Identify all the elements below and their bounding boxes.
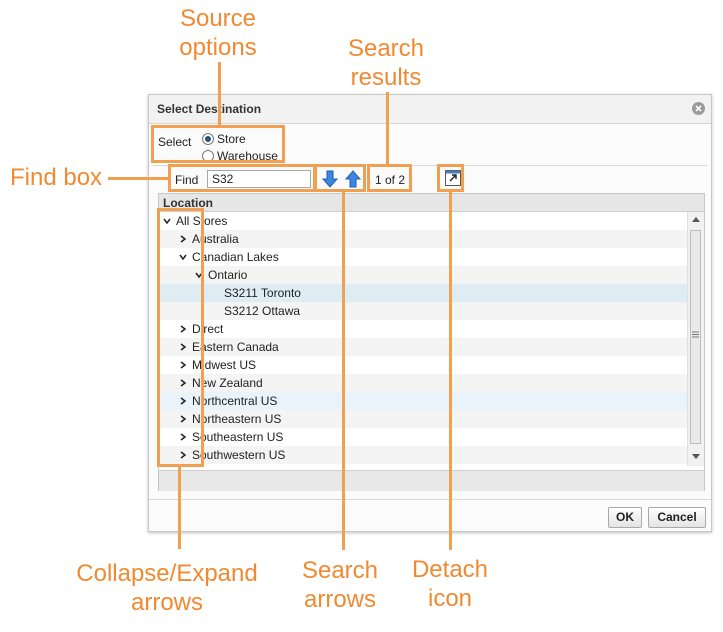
callout-line: Collapse/Expand — [76, 560, 258, 587]
source-options-highlight — [151, 125, 285, 163]
ok-button[interactable]: OK — [608, 507, 642, 528]
tree-row-northcentral-us[interactable]: Northcentral US — [159, 392, 687, 410]
tree-row-label: S3212 Ottawa — [224, 304, 301, 318]
callout-connector — [449, 192, 452, 550]
footer-divider — [149, 499, 711, 500]
scroll-thumb[interactable] — [690, 230, 701, 444]
callout-line: options — [179, 34, 257, 61]
tree-row-southwestern-us[interactable]: Southwestern US — [159, 446, 687, 464]
callout-connector — [108, 177, 168, 180]
tree-row-s3211-toronto[interactable]: S3211 Toronto — [159, 284, 687, 302]
tree-row-new-zealand[interactable]: New Zealand — [159, 374, 687, 392]
tree-row-australia[interactable]: Australia — [159, 230, 687, 248]
search-results-highlight — [367, 164, 412, 192]
callout-line: icon — [427, 585, 473, 612]
find-box-highlight — [168, 164, 316, 192]
dialog-title: Select Destination — [157, 102, 262, 116]
callout-search-arrows: Search arrows — [292, 556, 388, 614]
grip-icon — [692, 331, 699, 338]
scroll-down-icon[interactable] — [692, 454, 700, 460]
tree-row-eastern-canada[interactable]: Eastern Canada — [159, 338, 687, 356]
callout-search-results: Search results — [341, 34, 431, 92]
tree-row-canadian-lakes[interactable]: Canadian Lakes — [159, 248, 687, 266]
scroll-up-icon[interactable] — [692, 216, 700, 222]
callout-connector — [218, 62, 221, 126]
detach-icon-highlight — [437, 164, 464, 192]
tree-row-label: Northcentral US — [192, 394, 278, 408]
callout-line: arrows — [303, 586, 376, 613]
callout-find-box: Find box — [10, 164, 103, 191]
callout-detach-icon: Detach icon — [402, 555, 498, 613]
callout-line: Source — [179, 5, 257, 32]
tree-footer — [159, 470, 704, 491]
tree-row-label: Southwestern US — [192, 448, 286, 462]
cancel-button[interactable]: Cancel — [648, 507, 706, 528]
search-arrows-highlight — [314, 164, 366, 192]
tree-row-label: Canadian Lakes — [192, 250, 279, 264]
callout-collapse-expand: Collapse/Expand arrows — [74, 559, 260, 617]
callout-connector — [386, 92, 389, 165]
callout-source-options: Source options — [172, 4, 264, 62]
collapse-expand-highlight — [157, 208, 204, 467]
tree-row-midwest-us[interactable]: Midwest US — [159, 356, 687, 374]
callout-line: Search — [301, 557, 379, 584]
callout-line: arrows — [130, 589, 203, 616]
callout-line: Search — [347, 35, 425, 62]
tree-row-ontario[interactable]: Ontario — [159, 266, 687, 284]
tree-row-label: Eastern Canada — [192, 340, 279, 354]
tree-row-northeastern-us[interactable]: Northeastern US — [159, 410, 687, 428]
tree-row-label: Southeastern US — [192, 430, 284, 444]
tree-row-label: Ontario — [208, 268, 248, 282]
close-icon[interactable] — [692, 102, 705, 115]
tree-scrollbar[interactable] — [687, 212, 704, 466]
tree-row-label: S3211 Toronto — [224, 286, 301, 300]
callout-line: Detach — [411, 556, 489, 583]
callout-line: results — [350, 64, 422, 91]
tree-row-southeastern-us[interactable]: Southeastern US — [159, 428, 687, 446]
callout-connector — [178, 467, 181, 549]
dialog-header: Select Destination — [149, 95, 711, 124]
callout-connector — [342, 192, 345, 550]
tree-row-all-stores[interactable]: All Stores — [159, 212, 687, 230]
tree-row-s3212-ottawa[interactable]: S3212 Ottawa — [159, 302, 687, 320]
location-tree: Location All Stores Australia Canadian L… — [158, 193, 705, 491]
location-column-header: Location — [159, 194, 704, 212]
tree-row-label: Northeastern US — [192, 412, 282, 426]
tree-row-direct[interactable]: Direct — [159, 320, 687, 338]
